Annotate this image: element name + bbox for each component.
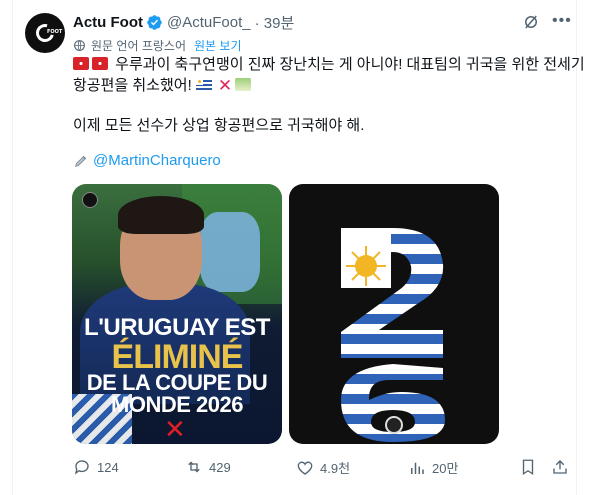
timestamp[interactable]: · 39분 xyxy=(255,12,295,33)
translation-label: 원문 언어 프랑스어 xyxy=(91,39,186,53)
reply-count: 124 xyxy=(97,459,119,475)
views-count: 20만 xyxy=(432,461,459,476)
tweet-text-line-2: 항공편을 취소했어! ✕ xyxy=(73,76,254,96)
alarm-emoji-icon xyxy=(73,57,89,70)
avatar[interactable]: FOOT xyxy=(25,13,65,53)
headline-line-4: MONDE 2026 xyxy=(111,392,243,417)
author-handle[interactable]: @ActuFoot_ xyxy=(167,14,251,31)
like-count: 4.9천 xyxy=(320,461,351,476)
tweet[interactable]: FOOT Actu Foot @ActuFoot_ · 39분 ••• 원문 언… xyxy=(0,0,600,495)
headline-line-3: DE LA COUPE DU xyxy=(86,370,268,395)
reply-icon xyxy=(74,460,89,475)
pencil-icon xyxy=(75,155,87,167)
mention-link[interactable]: @MartinCharquero xyxy=(93,152,221,169)
tweet-text: 이제 모든 선수가 상업 항공편으로 귀국해야 해. xyxy=(73,117,365,134)
tweet-header: Actu Foot @ActuFoot_ · 39분 xyxy=(73,12,294,33)
tweet-text-line-3: 이제 모든 선수가 상업 항공편으로 귀국해야 해. xyxy=(73,116,364,136)
repost-button[interactable]: 429 xyxy=(185,458,231,476)
reply-button[interactable]: 124 xyxy=(73,458,119,476)
kneeling-player xyxy=(200,212,260,292)
actufoot-logo-icon xyxy=(385,416,403,434)
repost-count: 429 xyxy=(209,459,231,475)
uruguay-flag-icon xyxy=(195,78,212,91)
views-icon xyxy=(411,462,424,474)
player-hair xyxy=(118,196,204,234)
share-button[interactable] xyxy=(551,458,575,476)
tweet-text: 항공편을 취소했어! xyxy=(73,77,192,94)
verified-badge-icon xyxy=(147,15,162,30)
heart-icon xyxy=(297,461,313,475)
media-image-right[interactable] xyxy=(289,184,499,444)
bookmark-button[interactable] xyxy=(519,458,543,476)
tweet-text: 우루과이 축구연맹이 진짜 장난치는 게 아니야! 대표팀의 귀국을 위한 전세… xyxy=(115,56,585,73)
cross-mark-icon: ✕ xyxy=(217,76,233,95)
show-original-link[interactable]: 원본 보기 xyxy=(194,37,242,54)
red-cross-mark: ✕ xyxy=(164,414,186,444)
headline-line-1: L'URUGUAY EST xyxy=(84,314,270,341)
divider-left xyxy=(12,0,13,495)
like-button[interactable]: 4.9천 xyxy=(296,458,350,477)
headline-line-2: ÉLIMINÉ xyxy=(111,338,244,376)
share-icon xyxy=(553,460,567,474)
bookmark-icon xyxy=(522,459,534,476)
author-name[interactable]: Actu Foot xyxy=(73,14,143,31)
globe-icon xyxy=(74,40,85,51)
tweet-text-line-1: 우루과이 축구연맹이 진짜 장난치는 게 아니야! 대표팀의 귀국을 위한 전세… xyxy=(73,55,585,75)
uruguay-26-graphic xyxy=(341,228,445,442)
actufoot-logo-icon xyxy=(82,192,98,208)
views-button[interactable]: 20만 xyxy=(408,458,458,477)
translation-row: 원문 언어 프랑스어 원본 보기 xyxy=(73,37,242,54)
mention-row: @MartinCharquero xyxy=(73,152,221,169)
avatar-label: FOOT xyxy=(47,29,63,35)
repost-icon xyxy=(188,461,200,473)
more-icon[interactable]: ••• xyxy=(552,12,572,30)
airplane-icon xyxy=(235,78,252,91)
grok-icon[interactable] xyxy=(522,13,540,31)
action-bar: 124 429 4.9천 20만 xyxy=(73,458,573,478)
media-image-left[interactable]: L'URUGUAY EST ÉLIMINÉ DE LA COUPE DU MON… xyxy=(72,184,282,444)
alarm-emoji-icon xyxy=(92,57,108,70)
